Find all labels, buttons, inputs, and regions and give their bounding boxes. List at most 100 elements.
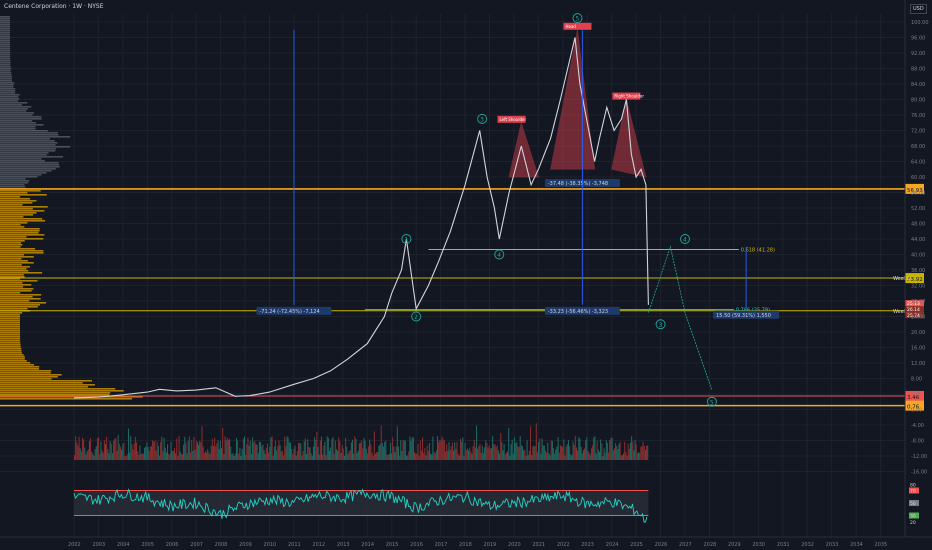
volume-bar bbox=[461, 441, 463, 460]
volume-profile-bar bbox=[0, 398, 132, 400]
volume-bar bbox=[371, 452, 373, 460]
volume-bar bbox=[598, 452, 600, 460]
volume-bar bbox=[640, 446, 642, 460]
volume-profile-bar bbox=[0, 352, 22, 354]
volume-bar bbox=[181, 454, 183, 460]
volume-bar bbox=[641, 446, 643, 460]
volume-profile-bar bbox=[0, 312, 23, 314]
wave-label: 4 bbox=[683, 237, 687, 244]
volume-profile-bar bbox=[0, 288, 34, 290]
volume-bar bbox=[615, 442, 617, 460]
volume-bar bbox=[146, 442, 148, 460]
volume-bar bbox=[226, 437, 228, 460]
volume-bar bbox=[642, 441, 644, 460]
volume-bar bbox=[588, 452, 590, 460]
volume-bar bbox=[624, 441, 626, 460]
volume-profile-bar bbox=[0, 180, 30, 182]
volume-bar bbox=[207, 449, 209, 460]
volume-profile-bar bbox=[0, 256, 34, 258]
volume-bar bbox=[239, 448, 241, 460]
volume-bar bbox=[346, 446, 348, 460]
volume-bar bbox=[647, 445, 649, 460]
y-tick-label: 88.00 bbox=[911, 67, 925, 73]
volume-bar bbox=[532, 446, 534, 460]
volume-bar bbox=[92, 453, 94, 460]
volume-bar bbox=[556, 446, 558, 460]
volume-bar bbox=[369, 439, 371, 460]
volume-profile-bar bbox=[0, 388, 116, 390]
volume-profile-bar bbox=[0, 372, 51, 374]
volume-bar bbox=[342, 448, 344, 460]
volume-bar bbox=[216, 443, 218, 460]
volume-bar bbox=[464, 442, 466, 460]
volume-bar bbox=[224, 436, 226, 460]
volume-bar bbox=[124, 455, 126, 460]
volume-profile-bar bbox=[0, 240, 25, 242]
volume-bar bbox=[395, 446, 397, 460]
chart-canvas[interactable]: 56.9333.92Weekly25.47Weekly3.460.760.618… bbox=[0, 0, 932, 550]
volume-bar bbox=[196, 441, 198, 460]
volume-bar bbox=[392, 437, 394, 460]
wave-label: 1 bbox=[404, 237, 408, 244]
volume-profile-bar bbox=[0, 374, 62, 376]
volume-profile-bar bbox=[0, 212, 37, 214]
volume-profile-bar bbox=[0, 294, 42, 296]
volume-bar bbox=[114, 438, 116, 460]
volume-profile-bar bbox=[0, 270, 29, 272]
volume-bar bbox=[607, 443, 609, 460]
volume-profile-bar bbox=[0, 112, 34, 114]
volume-profile-bar bbox=[0, 200, 37, 202]
volume-profile-bar bbox=[0, 226, 25, 228]
volume-bar bbox=[575, 447, 577, 460]
volume-bar bbox=[385, 440, 387, 460]
volume-bar bbox=[252, 437, 254, 460]
volume-bar bbox=[270, 437, 272, 460]
volume-profile-bar bbox=[0, 218, 43, 220]
volume-bar bbox=[416, 453, 418, 460]
volume-profile-bar bbox=[0, 326, 21, 328]
volume-bar bbox=[156, 441, 158, 460]
volume-bar bbox=[478, 446, 480, 460]
volume-bar bbox=[204, 451, 206, 460]
volume-bar bbox=[214, 437, 216, 460]
volume-bar bbox=[172, 451, 174, 460]
volume-bar bbox=[471, 453, 473, 460]
volume-bar bbox=[323, 445, 325, 460]
volume-profile-bar bbox=[0, 208, 33, 210]
volume-profile-bar bbox=[0, 196, 21, 198]
volume-bar bbox=[80, 451, 82, 460]
volume-bar bbox=[510, 444, 512, 460]
volume-bar bbox=[547, 442, 549, 460]
volume-bar bbox=[203, 453, 205, 460]
volume-bar bbox=[269, 446, 271, 460]
volume-bar bbox=[613, 448, 615, 460]
volume-profile-bar bbox=[0, 224, 21, 226]
volume-bar bbox=[147, 446, 149, 460]
volume-bar bbox=[473, 439, 475, 460]
volume-bar bbox=[188, 436, 190, 460]
volume-bar bbox=[78, 436, 80, 460]
volume-bar bbox=[255, 444, 257, 460]
volume-profile-bar bbox=[0, 392, 111, 394]
volume-bar bbox=[380, 425, 382, 460]
volume-bar bbox=[160, 441, 162, 460]
volume-bar bbox=[417, 443, 419, 460]
volume-bar bbox=[153, 441, 155, 460]
volume-profile-bar bbox=[0, 34, 11, 36]
volume-bar bbox=[582, 450, 584, 460]
volume-bar bbox=[438, 442, 440, 460]
wave-label: 3 bbox=[659, 322, 663, 329]
x-tick-label: 2021 bbox=[532, 542, 545, 548]
volume-profile-bar bbox=[0, 64, 11, 66]
wave-label: 5 bbox=[710, 399, 714, 406]
volume-profile-bar bbox=[0, 328, 21, 330]
volume-bar bbox=[163, 437, 165, 460]
volume-bar bbox=[546, 452, 548, 460]
volume-bar bbox=[468, 450, 470, 460]
volume-bar bbox=[99, 454, 101, 460]
x-tick-label: 2011 bbox=[288, 542, 301, 548]
volume-bar bbox=[227, 440, 229, 460]
y-tick-label: 56.00 bbox=[911, 191, 925, 197]
volume-bar bbox=[459, 438, 461, 460]
volume-bar bbox=[424, 448, 426, 460]
